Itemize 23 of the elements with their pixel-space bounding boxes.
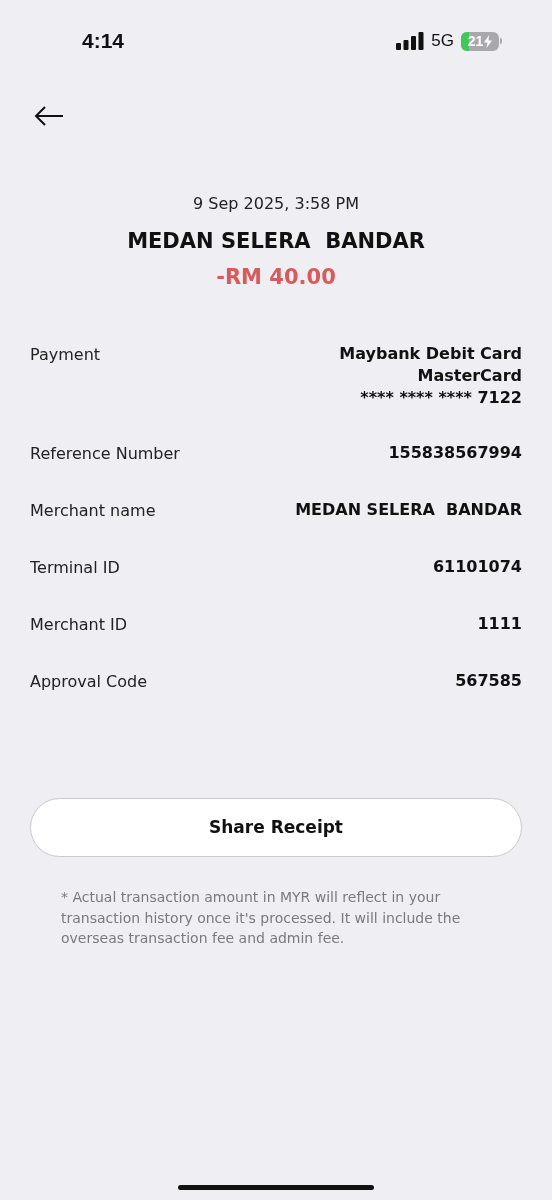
merchant-title: MEDAN SELERA BANDAR (127, 228, 425, 255)
detail-label: Payment (30, 344, 101, 366)
detail-value: MEDAN SELERA BANDAR (295, 499, 522, 521)
detail-label: Terminal ID (30, 557, 120, 579)
detail-value: **** **** **** 7122 (360, 387, 522, 409)
signal-icon (396, 32, 425, 50)
detail-value: 61101074 (432, 556, 522, 578)
transaction-date: 9 Sep 2025, 3:58 PM (193, 193, 359, 215)
detail-value: 155838567994 (388, 442, 522, 464)
share-receipt-button[interactable]: Share Receipt (30, 798, 522, 857)
detail-value: 1111 (477, 613, 522, 635)
detail-value: Maybank Debit Card (339, 343, 522, 365)
disclaimer-note: * Actual transaction amount in MYR will reflect in your transaction history once it's processed. It will include the overseas transaction fee and admin fee. (60, 888, 462, 948)
back-button[interactable] (34, 106, 64, 126)
amount: -RM 40.00 (216, 263, 336, 291)
network-label: 5G (431, 30, 454, 53)
detail-label: Reference Number (30, 443, 180, 465)
detail-value: 567585 (455, 670, 522, 692)
detail-label: Merchant ID (30, 614, 128, 636)
status-time: 4:14 (82, 28, 125, 55)
detail-value: MasterCard (417, 365, 522, 387)
detail-label: Approval Code (30, 671, 148, 693)
detail-label: Merchant name (30, 500, 156, 522)
